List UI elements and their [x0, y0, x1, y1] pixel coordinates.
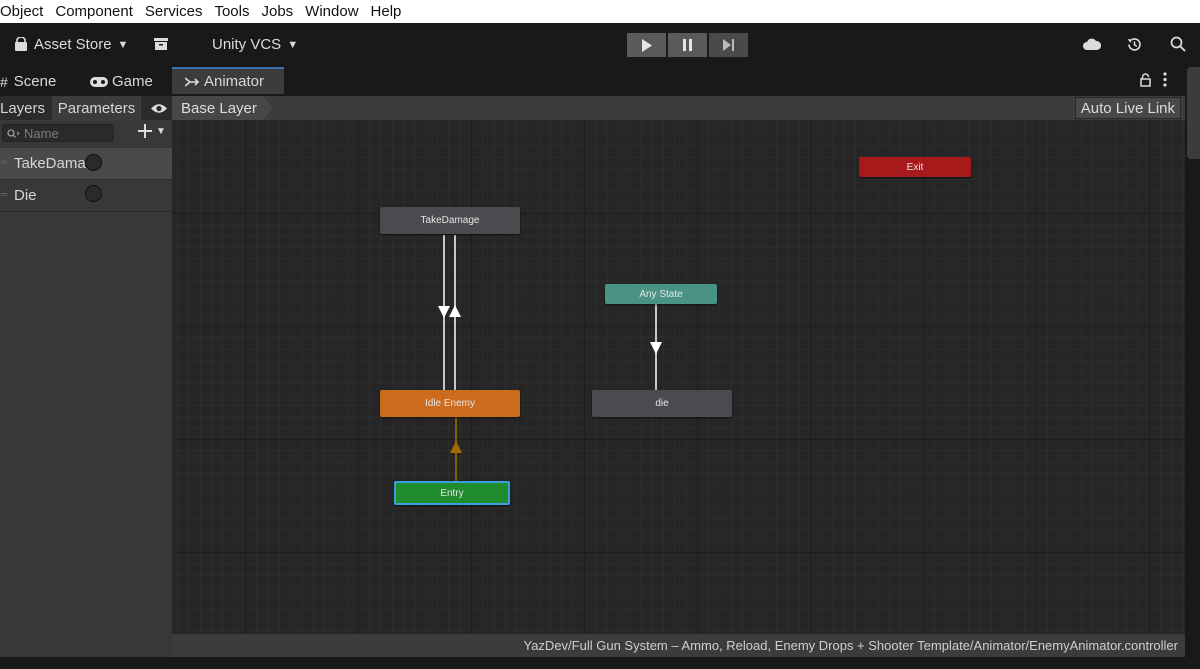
kebab-menu-icon [1163, 72, 1167, 87]
main-toolbar: Asset Store ▼ Unity VCS ▼ [0, 23, 1200, 67]
hash-grid-icon: # [0, 73, 8, 90]
parameter-search-input[interactable]: Name [2, 124, 114, 142]
controller-path-bar: YazDev/Full Gun System – Ammo, Reload, E… [172, 634, 1185, 657]
arrow-down-icon [438, 306, 450, 318]
state-label: Exit [906, 161, 924, 173]
transitions-layer [438, 235, 662, 481]
cloud-icon [1083, 38, 1101, 50]
arrow-down-icon [650, 342, 662, 354]
menu-jobs[interactable]: Jobs [261, 3, 293, 20]
search-button[interactable] [1170, 36, 1186, 52]
chevron-down-icon: ▼ [117, 38, 129, 51]
playback-controls [627, 33, 748, 57]
tab-game-label: Game [112, 73, 153, 90]
shopping-bag-icon [15, 37, 27, 51]
tab-animator-label: Animator [204, 73, 265, 90]
animator-graph[interactable]: Exit TakeDamage Any State Idle Enemy die… [172, 120, 1185, 634]
lock-icon [1140, 73, 1151, 87]
parameter-row-takedamage[interactable]: ═ TakeDama [0, 148, 172, 180]
history-button[interactable] [1126, 36, 1143, 53]
package-button[interactable] [153, 37, 169, 51]
state-takedamage[interactable]: TakeDamage [380, 207, 520, 234]
breadcrumb-base-layer[interactable]: Base Layer [172, 96, 273, 120]
drag-handle-icon[interactable]: ═ [1, 189, 7, 199]
parameter-search-row: Name ▼ [0, 120, 172, 148]
chevron-down-icon: ▼ [287, 38, 299, 51]
lock-button[interactable] [1140, 73, 1151, 92]
arrow-up-icon [450, 441, 462, 453]
state-label: die [655, 398, 669, 409]
state-label: Any State [639, 288, 683, 300]
play-button[interactable] [627, 33, 666, 57]
tab-parameters[interactable]: Parameters [52, 96, 141, 120]
trigger-toggle[interactable] [85, 154, 102, 171]
breadcrumb-bar: Base Layer Auto Live Link [172, 96, 1185, 120]
tab-scene-label: Scene [13, 73, 57, 90]
drag-handle-icon[interactable]: ═ [1, 157, 7, 167]
eye-icon [151, 103, 167, 113]
parameter-name[interactable]: Die [14, 187, 37, 204]
parameter-row-die[interactable]: ═ Die [0, 180, 172, 212]
controller-path: YazDev/Full Gun System – Ammo, Reload, E… [523, 638, 1179, 653]
menu-bar: Object Component Services Tools Jobs Win… [0, 0, 1200, 23]
menu-tools[interactable]: Tools [214, 3, 249, 20]
step-button[interactable] [709, 33, 748, 57]
tab-animator[interactable]: Animator [172, 67, 284, 94]
cloud-button[interactable] [1083, 38, 1101, 50]
auto-live-link-toggle[interactable]: Auto Live Link [1074, 97, 1181, 119]
search-icon [1170, 36, 1186, 52]
menu-component[interactable]: Component [55, 3, 133, 20]
state-idle-enemy[interactable]: Idle Enemy [380, 390, 520, 417]
parameter-name[interactable]: TakeDama [14, 155, 86, 172]
unity-vcs-label: Unity VCS [212, 36, 282, 53]
state-die[interactable]: die [592, 390, 732, 417]
animator-icon [185, 76, 199, 87]
state-label: Entry [440, 487, 464, 499]
asset-store-button[interactable]: Asset Store ▼ [14, 36, 128, 53]
play-icon [641, 38, 652, 52]
tab-parameters-label: Parameters [57, 99, 136, 117]
menu-object[interactable]: Object [0, 3, 43, 20]
search-icon [7, 128, 20, 138]
parameters-panel: Layers Parameters Name ▼ ═ TakeDama ═ Di… [0, 96, 172, 657]
pause-icon [683, 39, 692, 51]
archive-icon [154, 38, 168, 50]
auto-live-link-label: Auto Live Link [1080, 99, 1175, 117]
tab-layers[interactable]: Layers [0, 96, 50, 120]
menu-services[interactable]: Services [145, 3, 203, 20]
search-placeholder: Name [24, 125, 59, 141]
asset-store-label: Asset Store [34, 36, 112, 53]
state-exit[interactable]: Exit [859, 157, 971, 177]
step-forward-icon [723, 39, 734, 51]
state-entry[interactable]: Entry [394, 481, 510, 505]
history-icon [1127, 38, 1141, 51]
chevron-down-icon: ▼ [156, 125, 166, 137]
visibility-toggle[interactable] [148, 96, 170, 120]
pause-button[interactable] [668, 33, 707, 57]
tab-game[interactable]: Game [90, 67, 170, 96]
arrow-up-icon [449, 305, 461, 317]
layers-parameters-tabs: Layers Parameters [0, 96, 172, 120]
side-panel-tab[interactable] [1187, 67, 1200, 159]
plus-icon [138, 124, 152, 138]
more-options-button[interactable] [1163, 72, 1167, 92]
gamepad-icon [90, 76, 108, 87]
state-any-state[interactable]: Any State [605, 284, 717, 304]
menu-help[interactable]: Help [371, 3, 402, 20]
trigger-toggle[interactable] [85, 185, 102, 202]
menu-window[interactable]: Window [305, 3, 358, 20]
window-tab-strip: # Scene Game Animator [0, 67, 1185, 96]
bottom-panel-edge [0, 657, 1200, 669]
tab-scene[interactable]: # Scene [0, 67, 80, 96]
state-label: Idle Enemy [424, 398, 476, 409]
unity-vcs-button[interactable]: Unity VCS ▼ [212, 36, 298, 53]
add-parameter-button[interactable]: ▼ [137, 123, 166, 139]
breadcrumb-label: Base Layer [181, 99, 257, 117]
right-panel-edge [1185, 67, 1200, 657]
tab-layers-label: Layers [0, 99, 46, 117]
state-label: TakeDamage [420, 215, 480, 226]
